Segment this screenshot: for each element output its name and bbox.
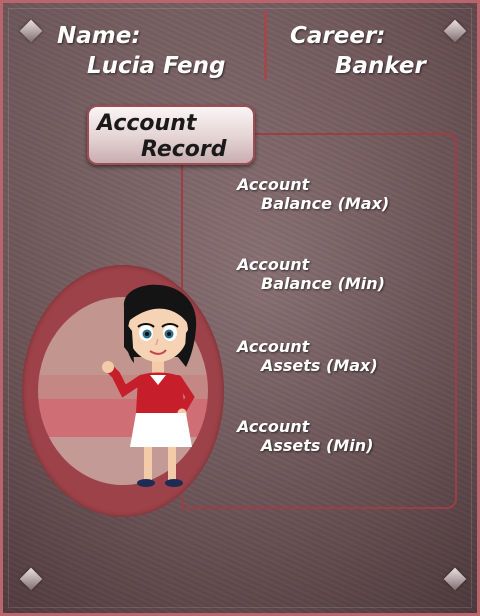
stat-value-label: Assets (Min)	[261, 436, 374, 455]
profile-card: Name: Lucia Feng Career: Banker Account …	[0, 0, 480, 616]
career-label: Career:	[290, 23, 386, 49]
avatar-frame	[22, 265, 224, 517]
corner-bolt-icon	[19, 567, 43, 591]
name-value: Lucia Feng	[87, 53, 226, 79]
account-record-line2: Record	[141, 137, 227, 162]
stat-assets-min: Account Assets (Min)	[237, 417, 373, 455]
account-record-button[interactable]: Account Record	[87, 105, 255, 165]
header-divider	[264, 11, 267, 79]
player-avatar[interactable]	[102, 284, 212, 487]
stat-value-label: Balance (Min)	[261, 274, 385, 293]
career-value: Banker	[335, 53, 426, 79]
account-stats-panel: Account Balance (Max) Account Balance (M…	[181, 133, 457, 509]
stat-assets-max: Account Assets (Max)	[237, 337, 378, 375]
stat-value-label: Assets (Max)	[261, 356, 378, 375]
stat-label: Account	[237, 417, 310, 436]
stat-label: Account	[237, 337, 310, 356]
stat-label: Account	[237, 255, 310, 274]
account-record-line1: Account	[97, 111, 197, 136]
name-label: Name:	[57, 23, 141, 49]
stat-value-label: Balance (Max)	[261, 194, 390, 213]
corner-bolt-icon	[19, 19, 43, 43]
stat-balance-max: Account Balance (Max)	[237, 175, 389, 213]
corner-bolt-icon	[443, 19, 467, 43]
corner-bolt-icon	[443, 567, 467, 591]
stat-balance-min: Account Balance (Min)	[237, 255, 385, 293]
stat-label: Account	[237, 175, 310, 194]
